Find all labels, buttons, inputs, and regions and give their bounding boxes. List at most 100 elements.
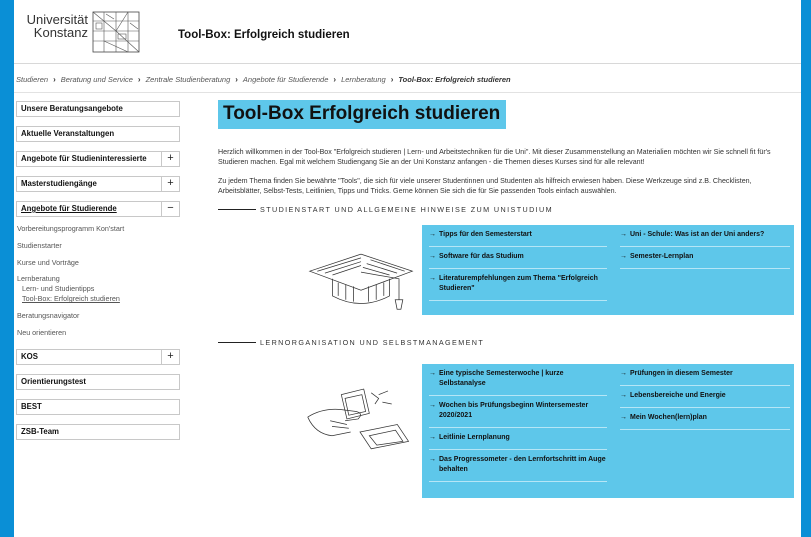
sidebar-item-studierende[interactable]: Angebote für Studierende − <box>16 201 180 217</box>
link-text: Software für das Studium <box>439 252 524 260</box>
sidebar-item-label: Unsere Beratungsangebote <box>21 104 123 113</box>
arrow-right-icon: → <box>620 413 627 421</box>
sidebar-item-zsb-team[interactable]: ZSB-Team <box>16 423 180 440</box>
sidebar-item-label: BEST <box>21 401 42 411</box>
arrow-right-icon: → <box>429 369 436 377</box>
link-column-left: → Tipps für den Semesterstart → Software f… <box>429 225 607 301</box>
site-title[interactable]: Tool-Box: Erfolgreich studieren <box>178 29 350 41</box>
link-literaturempfehlungen[interactable]: → Literaturempfehlungen zum Thema "Erfolg… <box>429 269 607 301</box>
heading-rule <box>218 209 256 211</box>
breadcrumb-item-angebote[interactable]: Angebote für Studierende <box>243 75 328 84</box>
site-header: Universität Konstanz Tool-Box: Erfolgrei… <box>14 0 801 64</box>
link-text: Wochen bis Prüfungsbeginn Wintersemester… <box>439 401 589 419</box>
link-semesterstart[interactable]: → Tipps für den Semesterstart <box>429 225 607 247</box>
link-wochenlernplan[interactable]: → Mein Wochen(lern)plan <box>620 408 790 430</box>
university-logo-text[interactable]: Universität Konstanz <box>26 13 88 39</box>
heading-rule <box>218 342 256 344</box>
link-text: Prüfungen in diesem Semester <box>630 369 733 377</box>
section-heading-text: STUDIENSTART UND ALLGEMEINE HINWEISE ZUM… <box>260 205 554 215</box>
arrow-right-icon: → <box>429 401 436 409</box>
link-text: Eine typische Semesterwoche | kurze Selb… <box>439 369 564 387</box>
sidebar-subitem-kurse[interactable]: Kurse und Vorträge <box>16 257 180 274</box>
sidebar-item-label: Angebote für Studieninteressierte <box>21 154 147 163</box>
section-heading-studienstart: STUDIENSTART UND ALLGEMEINE HINWEISE ZUM… <box>218 205 793 215</box>
university-logo-icon[interactable] <box>92 11 140 53</box>
sidebar-item-studieninteressierte[interactable]: Angebote für Studieninteressierte + <box>16 151 180 167</box>
link-column-right: → Uni - Schule: Was ist an der Uni anders… <box>620 225 790 269</box>
arrow-right-icon: → <box>429 274 436 282</box>
sidebar-subitem-studienstarter[interactable]: Studienstarter <box>16 240 180 257</box>
sidebar-item-label: ZSB-Team <box>21 426 59 436</box>
link-leitlinie-lernplanung[interactable]: → Leitlinie Lernplanung <box>429 428 607 450</box>
intro-paragraph: Herzlich willkommen in der Tool-Box "Erf… <box>218 148 771 167</box>
link-uni-schule[interactable]: → Uni - Schule: Was ist an der Uni anders… <box>620 225 790 247</box>
sidebar-item-veranstaltungen[interactable]: Aktuelle Veranstaltungen <box>16 126 180 142</box>
expand-plus-icon[interactable]: + <box>161 151 179 167</box>
arrow-right-icon: → <box>620 252 627 260</box>
link-wochen-bis-pruefung[interactable]: → Wochen bis Prüfungsbeginn Wintersemeste… <box>429 396 607 428</box>
sidebar-item-label: Orientierungstest <box>21 376 86 386</box>
link-text: Mein Wochen(lern)plan <box>630 413 707 421</box>
link-software[interactable]: → Software für das Studium <box>429 247 607 269</box>
link-pruefungen-semester[interactable]: → Prüfungen in diesem Semester <box>620 364 790 386</box>
sidebar-item-label: KOS <box>21 351 38 361</box>
page-title: Tool-Box Erfolgreich studieren <box>218 100 507 129</box>
link-semester-lernplan[interactable]: → Semester-Lernplan <box>620 247 790 269</box>
sidebar-subitem-toolbox[interactable]: Tool-Box: Erfolgreich studieren <box>16 294 180 304</box>
breadcrumb-separator-icon: › <box>53 74 56 84</box>
breadcrumb-item-studieren[interactable]: Studieren <box>16 75 48 84</box>
sidebar-item-orientierungstest[interactable]: Orientierungstest <box>16 373 180 390</box>
link-column-right: → Prüfungen in diesem Semester → Lebensber… <box>620 364 790 430</box>
sidebar-item-best[interactable]: BEST <box>16 398 180 415</box>
breadcrumb-separator-icon: › <box>333 74 337 84</box>
hand-smartphone-illustration-icon <box>307 388 410 449</box>
page: Universität Konstanz Tool-Box: Erfolgrei… <box>14 0 801 537</box>
link-lebensbereiche[interactable]: → Lebensbereiche und Energie <box>620 386 790 408</box>
arrow-right-icon: → <box>620 369 627 377</box>
breadcrumb-separator-icon: › <box>390 74 394 84</box>
link-text: Uni - Schule: Was ist an der Uni anders? <box>630 230 765 238</box>
sidebar-subitem-lernberatung[interactable]: Lernberatung <box>16 273 180 284</box>
link-text: Das Progressometer - den Lernfortschritt… <box>439 455 606 473</box>
breadcrumb-item-lernberatung[interactable]: Lernberatung <box>341 75 386 84</box>
arrow-right-icon: → <box>429 433 436 441</box>
breadcrumb-separator-icon: › <box>235 74 238 84</box>
link-text: Tipps für den Semesterstart <box>439 230 532 238</box>
sidebar-item-label: Aktuelle Veranstaltungen <box>21 129 115 138</box>
graduation-cap-illustration-icon <box>308 253 414 310</box>
sidebar-submenu-studierende: Vorbereitungsprogramm Kon'start Studiens… <box>16 223 180 344</box>
expand-plus-icon[interactable]: + <box>161 176 179 192</box>
collapse-minus-icon[interactable]: − <box>161 201 179 217</box>
sidebar-subitem-konstart[interactable]: Vorbereitungsprogramm Kon'start <box>16 223 180 240</box>
breadcrumb-item-zsb[interactable]: Zentrale Studienberatung <box>146 75 231 84</box>
intro-paragraph: Zu jedem Thema finden Sie bewährte "Tool… <box>218 176 752 196</box>
link-box-studienstart: → Tipps für den Semesterstart → Software f… <box>422 224 794 315</box>
link-text: Leitlinie Lernplanung <box>439 433 510 441</box>
link-text: Lebensbereiche und Energie <box>630 391 726 399</box>
sidebar-nav: Unsere Beratungsangebote Aktuelle Verans… <box>16 101 180 449</box>
section-heading-text: LERNORGANISATION UND SELBSTMANAGEMENT <box>260 338 485 348</box>
link-text: Semester-Lernplan <box>630 252 694 260</box>
sidebar-subitem-neu-orientieren[interactable]: Neu orientieren <box>16 327 180 344</box>
expand-plus-icon[interactable]: + <box>161 348 179 365</box>
main-content: Tool-Box Erfolgreich studieren Herzlich … <box>218 100 794 498</box>
sidebar-item-masterstudiengaenge[interactable]: Masterstudiengänge + <box>16 176 180 192</box>
arrow-right-icon: → <box>429 455 436 463</box>
sidebar-item-label: Angebote für Studierende <box>21 204 117 213</box>
logo-line-2: Konstanz <box>33 25 88 40</box>
arrow-right-icon: → <box>620 230 627 238</box>
link-column-left: → Eine typische Semesterwoche | kurze Sel… <box>429 364 607 482</box>
arrow-right-icon: → <box>429 252 436 260</box>
breadcrumb-divider <box>14 92 801 93</box>
sidebar-item-label: Masterstudiengänge <box>21 179 97 188</box>
section-studienstart: → Tipps für den Semesterstart → Software f… <box>218 215 794 333</box>
link-progressometer[interactable]: → Das Progressometer - den Lernfortschrit… <box>429 450 607 482</box>
link-text: Literaturempfehlungen zum Thema "Erfolgr… <box>439 274 598 292</box>
sidebar-subitem-lerntipps[interactable]: Lern- und Studientipps <box>16 284 180 294</box>
sidebar-item-beratungsangebote[interactable]: Unsere Beratungsangebote <box>16 101 180 117</box>
link-semesterwoche[interactable]: → Eine typische Semesterwoche | kurze Sel… <box>429 364 607 396</box>
breadcrumb-item-beratung[interactable]: Beratung und Service <box>61 75 133 84</box>
sidebar-subitem-beratungsnavigator[interactable]: Beratungsnavigator <box>16 310 180 327</box>
sidebar-item-kos[interactable]: KOS + <box>16 348 180 365</box>
breadcrumb-item-current: Tool-Box: Erfolgreich studieren <box>398 74 511 84</box>
